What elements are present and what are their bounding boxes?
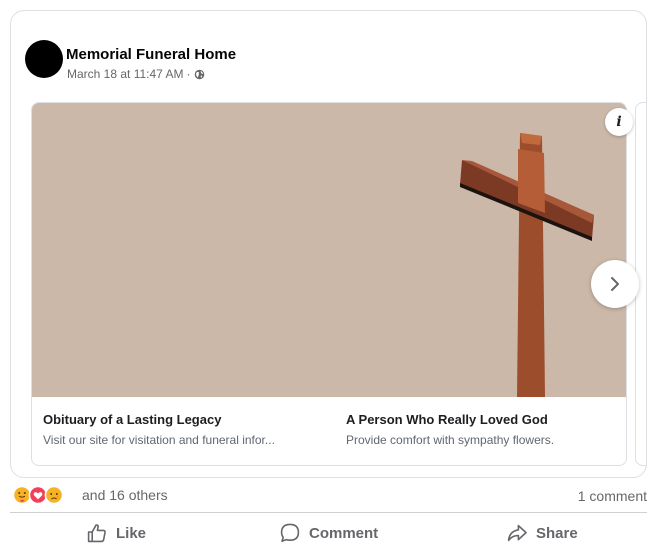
sad-icon [44, 485, 64, 505]
avatar[interactable] [25, 40, 63, 78]
divider [10, 512, 647, 513]
like-icon [87, 524, 106, 543]
share-button[interactable]: Share [506, 519, 578, 547]
reaction-icons[interactable] [12, 485, 68, 505]
post-card: Memorial Funeral Home March 18 at 11:47 … [10, 10, 647, 478]
meta-separator: · [186, 67, 191, 81]
share-label: Share [536, 524, 578, 542]
comment-button[interactable]: Comment [279, 519, 378, 547]
chevron-right-icon[interactable] [591, 260, 639, 308]
card-image-cross[interactable] [32, 103, 626, 397]
card-title[interactable]: Obituary of a Lasting Legacy [43, 412, 313, 427]
page-name[interactable]: Memorial Funeral Home [66, 46, 236, 63]
reactions-count[interactable]: and 16 others [82, 487, 168, 503]
globe-icon [194, 69, 205, 80]
post-meta: March 18 at 11:47 AM · [67, 67, 205, 81]
like-label: Like [116, 524, 147, 542]
card-subtitle: Visit our site for visitation and funera… [43, 433, 275, 447]
comment-icon [280, 523, 300, 542]
carousel-card[interactable]: Obituary of a Lasting Legacy Visit our s… [31, 102, 627, 466]
post-timestamp[interactable]: March 18 at 11:47 AM [67, 67, 184, 81]
card-text: A Person Who Really Loved God Provide co… [346, 412, 616, 447]
cross-illustration [460, 133, 594, 397]
info-icon[interactable]: i [605, 108, 633, 136]
carousel: Obituary of a Lasting Legacy Visit our s… [31, 102, 646, 467]
card-subtitle: Provide comfort with sympathy flowers. [346, 433, 555, 447]
card-title[interactable]: A Person Who Really Loved God [346, 412, 616, 427]
share-icon [507, 524, 527, 542]
comment-label: Comment [309, 524, 379, 542]
comments-count[interactable]: 1 comment [578, 488, 647, 504]
like-button[interactable]: Like [86, 519, 146, 547]
card-text: Obituary of a Lasting Legacy Visit our s… [43, 412, 313, 447]
reactions-row: and 16 others 1 comment [12, 484, 647, 506]
